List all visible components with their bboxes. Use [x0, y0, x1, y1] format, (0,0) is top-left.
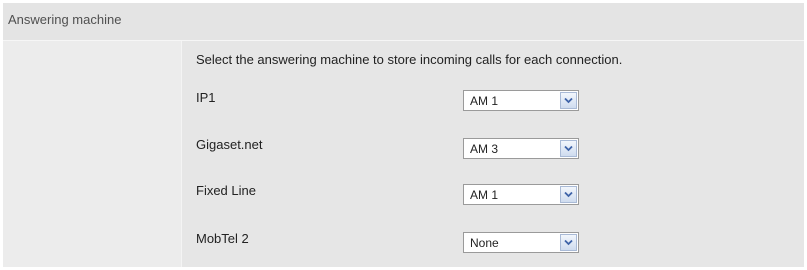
select-value: AM 1: [470, 188, 499, 202]
section-title: Answering machine: [8, 12, 122, 27]
section-header: Answering machine: [3, 3, 804, 41]
select-value: AM 3: [470, 142, 499, 156]
connection-label-gigaset-net: Gigaset.net: [196, 137, 263, 152]
chevron-down-icon: [564, 239, 573, 246]
label-column: [3, 41, 181, 267]
chevron-down-icon: [564, 97, 573, 104]
connection-label-mobtel-2: MobTel 2: [196, 231, 249, 246]
intro-text: Select the answering machine to store in…: [196, 52, 623, 67]
answering-machine-select-ip1[interactable]: AM 1: [463, 90, 579, 111]
dropdown-button[interactable]: [560, 186, 577, 203]
select-value: AM 1: [470, 94, 499, 108]
answering-machine-select-mobtel-2[interactable]: None: [463, 232, 579, 253]
answering-machine-select-gigaset-net[interactable]: AM 3: [463, 138, 579, 159]
dropdown-button[interactable]: [560, 92, 577, 109]
chevron-down-icon: [564, 145, 573, 152]
settings-content: Select the answering machine to store in…: [182, 41, 804, 267]
chevron-down-icon: [564, 191, 573, 198]
select-value: None: [470, 236, 499, 250]
dropdown-button[interactable]: [560, 140, 577, 157]
answering-machine-panel: Answering machine Select the answering m…: [3, 3, 804, 267]
answering-machine-select-fixed-line[interactable]: AM 1: [463, 184, 579, 205]
connection-label-ip1: IP1: [196, 90, 216, 105]
connection-label-fixed-line: Fixed Line: [196, 183, 256, 198]
dropdown-button[interactable]: [560, 234, 577, 251]
